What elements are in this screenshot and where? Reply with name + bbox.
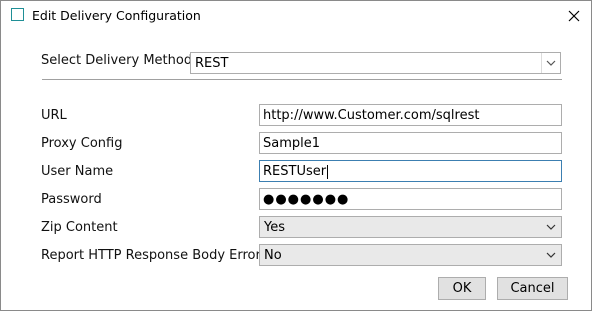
dialog-window: Edit Delivery Configuration Select Deliv… — [0, 0, 592, 311]
close-button[interactable] — [563, 5, 585, 27]
url-label: URL — [41, 108, 67, 123]
delivery-method-select[interactable]: REST — [190, 52, 561, 74]
ok-button[interactable]: OK — [438, 277, 486, 300]
password-value: ●●●●●●● — [263, 192, 350, 207]
delivery-method-dropdown-button[interactable] — [541, 53, 560, 73]
text-caret — [327, 164, 329, 179]
user-name-value: RESTUser — [263, 164, 327, 179]
close-icon — [568, 10, 580, 22]
report-error-select[interactable]: No — [259, 244, 562, 266]
url-field[interactable]: http://www.Customer.com/sqlrest — [259, 104, 562, 126]
zip-content-select[interactable]: Yes — [259, 216, 562, 238]
zip-content-dropdown-button[interactable] — [543, 218, 559, 236]
separator-line — [42, 79, 562, 80]
user-name-label: User Name — [41, 164, 114, 179]
title-bar: Edit Delivery Configuration — [1, 1, 591, 31]
window-app-icon — [11, 8, 24, 21]
cancel-button[interactable]: Cancel — [497, 277, 568, 300]
proxy-config-value: Sample1 — [263, 136, 321, 151]
chevron-down-icon — [546, 252, 556, 258]
password-field[interactable]: ●●●●●●● — [259, 188, 562, 210]
chevron-down-icon — [546, 224, 556, 230]
password-label: Password — [41, 192, 102, 207]
url-value: http://www.Customer.com/sqlrest — [263, 108, 480, 123]
proxy-config-label: Proxy Config — [41, 136, 123, 151]
report-error-value: No — [264, 248, 282, 263]
report-error-label: Report HTTP Response Body Error — [41, 248, 261, 263]
delivery-method-label: Select Delivery Method — [41, 53, 193, 68]
proxy-config-field[interactable]: Sample1 — [259, 132, 562, 154]
delivery-method-value: REST — [195, 56, 229, 71]
zip-content-label: Zip Content — [41, 220, 118, 235]
zip-content-value: Yes — [264, 220, 285, 235]
report-error-dropdown-button[interactable] — [543, 246, 559, 264]
chevron-down-icon — [546, 60, 556, 66]
user-name-field[interactable]: RESTUser — [259, 160, 562, 182]
window-title: Edit Delivery Configuration — [32, 8, 201, 23]
